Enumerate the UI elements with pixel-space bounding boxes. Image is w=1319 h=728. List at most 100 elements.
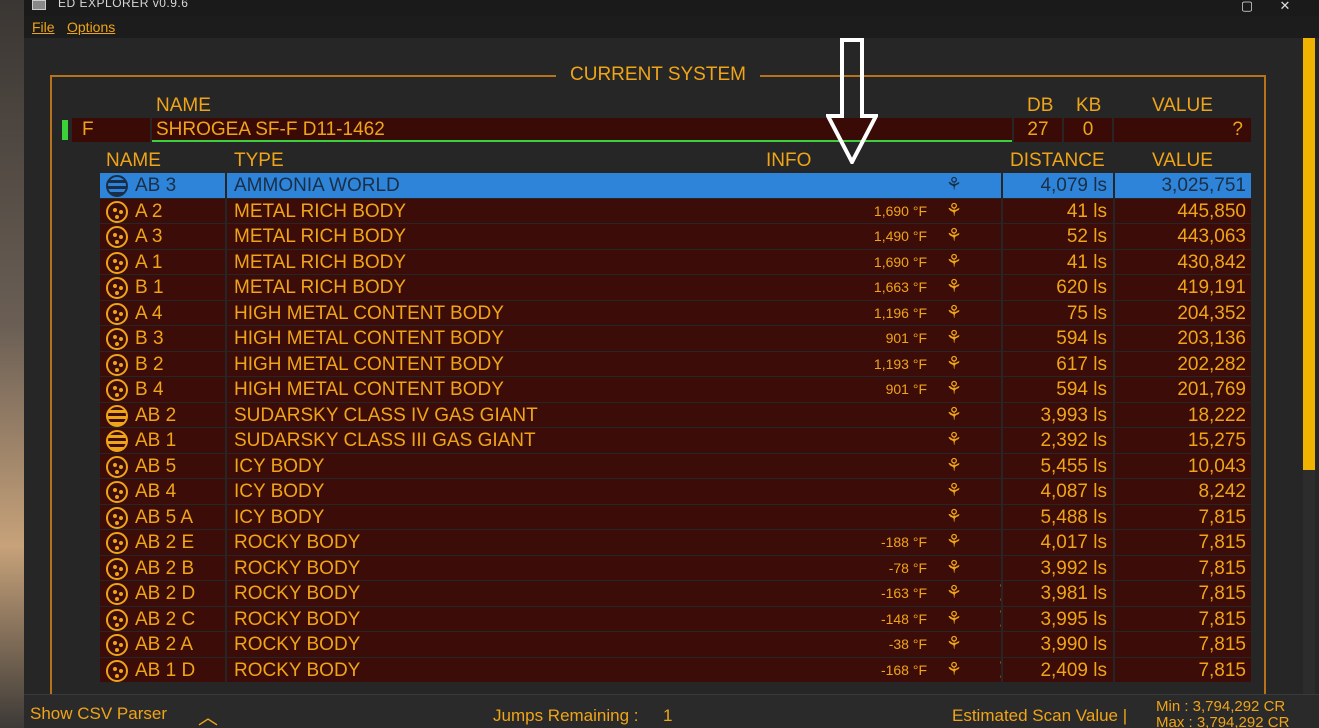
body-value: 3,025,751 [1115, 173, 1251, 198]
estimated-scan-label: Estimated Scan Value | [952, 706, 1128, 725]
body-info: -78 °F⚘0.18 [759, 555, 1001, 580]
rocky-body-icon [106, 481, 128, 503]
body-value: 419,191 [1115, 275, 1251, 300]
rocky-body-icon [106, 277, 128, 299]
body-distance: 5,488 ls [1003, 504, 1113, 529]
table-row[interactable]: AB 2 EROCKY BODY-188 °F⚘0.204,017 ls7,81… [100, 530, 1251, 556]
body-name: AB 2 E [135, 532, 195, 553]
body-distance: 4,079 ls [1003, 173, 1113, 198]
mapping-icon: ⚘ [945, 480, 963, 501]
star-class: F [72, 118, 150, 142]
table-row[interactable]: B 3HIGH METAL CONTENT BODY901 °F⚘0.42594… [100, 326, 1251, 352]
table-row[interactable]: AB 5 A ICY BODY ⚘ 5,488 ls 7,815 [100, 504, 1251, 531]
body-value: 443,063 [1115, 224, 1251, 249]
body-distance: 3,990 ls [1003, 632, 1113, 657]
body-distance: 2,392 ls [1003, 428, 1113, 453]
body-name-cell: AB 2 E [100, 530, 225, 555]
table-row[interactable]: AB 4 ICY BODY ⚘ 4,087 ls 8,242 [100, 479, 1251, 505]
rocky-body-icon [106, 226, 128, 248]
mapping-icon: ⚘ [945, 633, 963, 654]
table-row[interactable]: AB 5 ICY BODY ⚘ 5,455 ls 10,043 [100, 453, 1251, 480]
table-row[interactable]: A 1METAL RICH BODY1,690 °F⚘0.4141 ls430,… [100, 249, 1251, 276]
scan-value-min: Min : 3,794,292 CR [1156, 698, 1286, 715]
rocky-body-icon [106, 353, 128, 376]
table-row[interactable]: B 1METAL RICH BODY1,663 °F⚘0.32620 ls419… [100, 275, 1251, 301]
biology-icon: ᛯ 4 [999, 581, 1001, 606]
body-distance: 2,409 ls [1003, 657, 1113, 682]
body-info: 1,196 °F⚘0.44 [759, 300, 1001, 325]
body-info: 1,690 °F⚘0.54 [759, 198, 1001, 223]
biology-icon: ᛯ 4 [999, 607, 1001, 632]
table-row[interactable]: AB 3 AMMONIA WORLD ⚘ 4,079 ls 3,025,751 [100, 173, 1251, 199]
table-row[interactable]: A 3METAL RICH BODY1,490 °F⚘0.5152 ls443,… [100, 224, 1251, 250]
system-db: 27 [1014, 118, 1062, 142]
gas-giant-icon [106, 404, 128, 427]
window-title: ED EXPLORER v0.9.6 [58, 0, 189, 10]
menu-options[interactable]: Options [67, 19, 115, 35]
mapping-icon: ⚘ [945, 378, 963, 399]
table-row[interactable]: AB 1 DROCKY BODY-168 °F⚘ᛯ 40.152,409 ls7… [100, 657, 1251, 684]
body-name-cell: B 4 [100, 377, 225, 402]
table-row[interactable]: A 2METAL RICH BODY1,690 °F⚘0.5441 ls445,… [100, 198, 1251, 225]
table-row[interactable]: A 4HIGH METAL CONTENT BODY1,196 °F⚘0.447… [100, 300, 1251, 327]
mapping-icon: ⚘ [945, 505, 963, 527]
body-distance: 594 ls [1003, 377, 1113, 402]
show-csv-parser-button[interactable]: Show CSV Parser [30, 704, 167, 724]
body-distance: 3,992 ls [1003, 555, 1113, 580]
body-name: AB 2 D [135, 583, 196, 604]
table-row[interactable]: AB 1 SUDARSKY CLASS III GAS GIANT ⚘ 2,392 l… [100, 428, 1251, 454]
body-list: AB 3 AMMONIA WORLD ⚘ 4,079 ls 3,025,751 A 2 ME… [100, 173, 1251, 683]
body-info: -148 °F⚘ᛯ 40.22 [759, 606, 1001, 632]
jumps-remaining-label: Jumps Remaining : [493, 706, 639, 725]
body-info: 1,663 °F⚘0.32 [759, 275, 1001, 300]
table-row[interactable]: AB 2 BROCKY BODY-78 °F⚘0.183,992 ls7,815 [100, 555, 1251, 582]
menu-file[interactable]: File [32, 19, 55, 35]
body-name: AB 1 [135, 430, 177, 451]
mapping-icon: ⚘ [945, 582, 963, 603]
body-value: 7,815 [1115, 606, 1251, 631]
body-value: 8,242 [1115, 479, 1251, 504]
chevron-up-icon[interactable]: ︿ [198, 701, 218, 728]
body-temperature: -168 °F [880, 661, 927, 678]
body-value: 7,815 [1115, 632, 1251, 657]
rocky-body-icon [106, 455, 128, 478]
close-icon[interactable]: ✕ [1270, 0, 1300, 14]
body-temperature: 1,690 °F [873, 253, 927, 270]
body-name-cell: A 3 [100, 224, 225, 249]
body-type-header: TYPE [234, 150, 284, 171]
table-row[interactable]: B 2HIGH METAL CONTENT BODY1,193 °F⚘0.416… [100, 351, 1251, 378]
rocky-body-icon [106, 583, 128, 605]
mapping-icon: ⚘ [945, 454, 963, 476]
maximize-icon[interactable]: ▢ [1232, 0, 1262, 14]
body-info: ⚘ [759, 479, 1001, 504]
body-temperature: -38 °F [888, 636, 927, 652]
mapping-icon: ⚘ [945, 174, 963, 195]
mapping-icon: ⚘ [945, 403, 963, 425]
rocky-body-icon [106, 608, 128, 631]
body-name: A 2 [135, 200, 163, 222]
table-row[interactable]: B 4HIGH METAL CONTENT BODY901 °F⚘0.40594… [100, 377, 1251, 403]
body-distance: 3,981 ls [1003, 581, 1113, 606]
rocky-body-icon [106, 659, 128, 682]
body-name-cell: A 4 [100, 300, 225, 325]
body-info: 901 °F⚘0.40 [759, 377, 1001, 402]
body-info: ⚘ [759, 173, 1001, 198]
body-value: 204,352 [1115, 300, 1251, 325]
body-info: 1,193 °F⚘0.41 [759, 351, 1001, 376]
body-value: 18,222 [1115, 402, 1251, 427]
table-row[interactable]: AB 2 SUDARSKY CLASS IV GAS GIANT ⚘ 3,993 ls… [100, 402, 1251, 429]
rocky-body-icon [106, 379, 128, 401]
vertical-scrollbar[interactable] [1303, 38, 1315, 694]
scrollbar-thumb[interactable] [1303, 38, 1315, 470]
body-distance: 4,017 ls [1003, 530, 1113, 555]
body-name-cell: AB 2 [100, 402, 225, 427]
system-row[interactable]: F SHROGEA SF-F D11-1462 27 0 ? [62, 118, 1251, 142]
table-row[interactable]: AB 2 AROCKY BODY-38 °F⚘0.133,990 ls7,815 [100, 632, 1251, 658]
table-row[interactable]: AB 2 CROCKY BODY-148 °F⚘ᛯ 40.223,995 ls7… [100, 606, 1251, 633]
rocky-body-icon [106, 302, 128, 325]
mapping-icon: ⚘ [945, 658, 963, 680]
table-row[interactable]: AB 2 DROCKY BODY-163 °F⚘ᛯ 40.243,981 ls7… [100, 581, 1251, 607]
scan-value-max: Max : 3,794,292 CR [1156, 714, 1290, 728]
body-temperature: -148 °F [880, 610, 927, 627]
body-distance: 4,087 ls [1003, 479, 1113, 504]
